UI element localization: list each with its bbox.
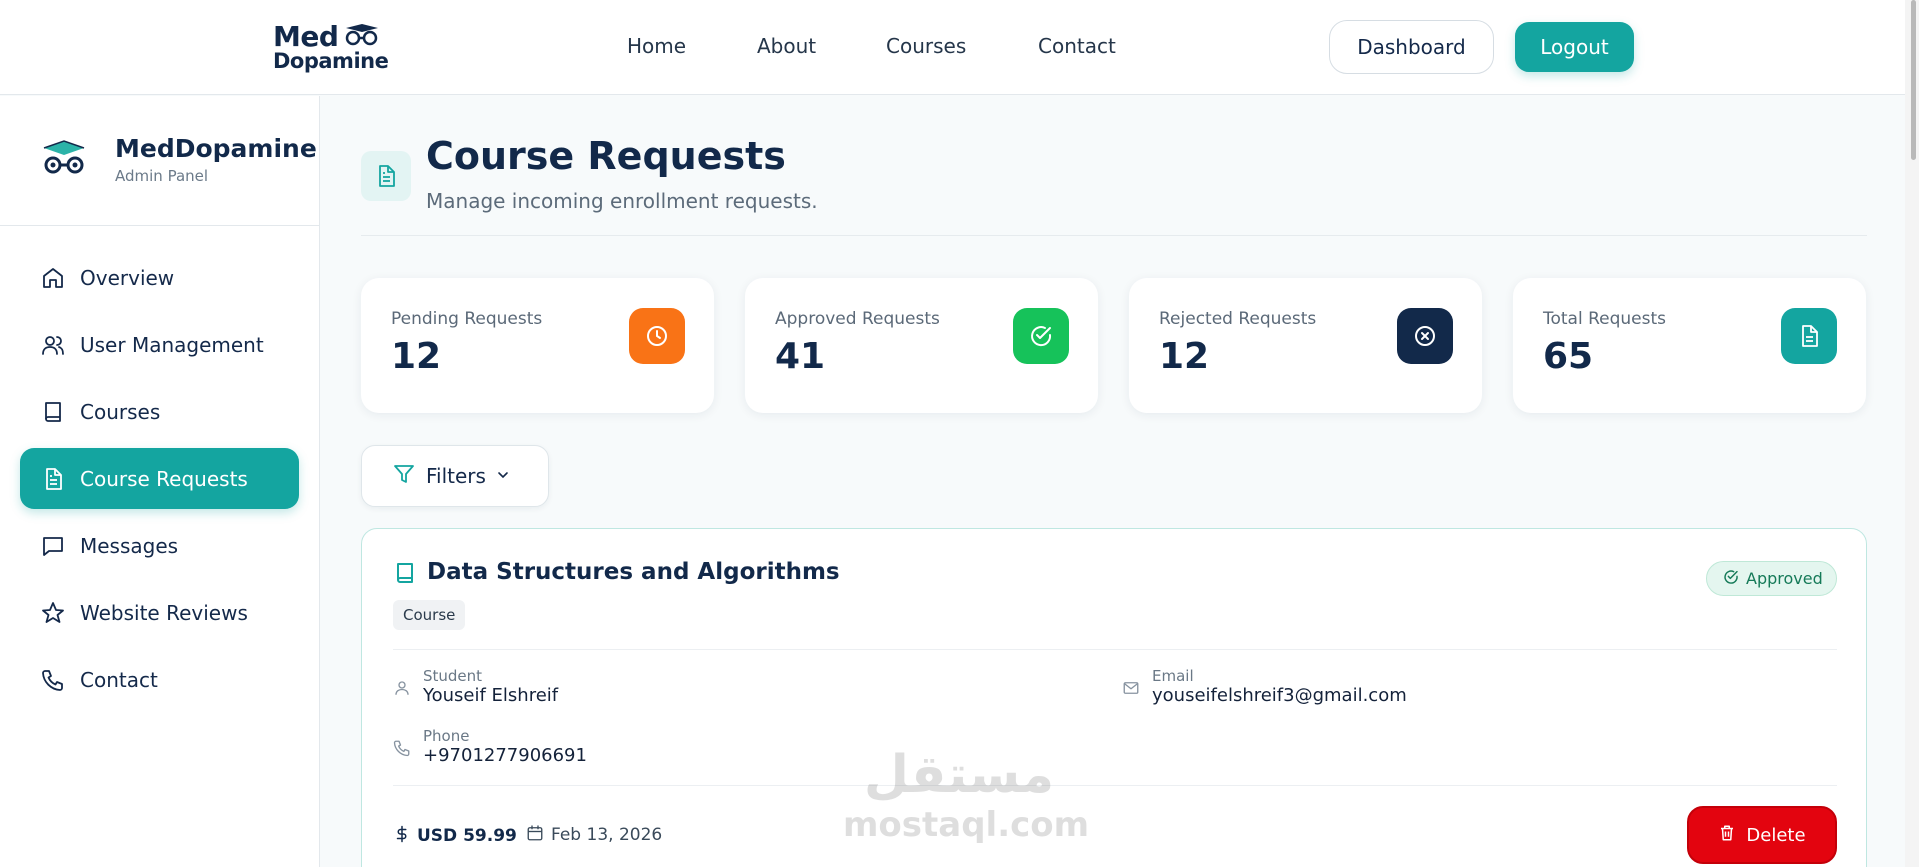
- stat-label: Approved Requests: [775, 309, 940, 329]
- dollar-icon: [393, 824, 411, 848]
- filters-label: Filters: [426, 464, 486, 488]
- price-value: USD 59.99: [417, 826, 517, 846]
- admin-sidebar: MedDopamine Admin Panel Overview User Ma…: [0, 96, 320, 867]
- stat-card-rejected: Rejected Requests 12: [1129, 278, 1482, 413]
- sidebar-item-label: Contact: [80, 667, 158, 692]
- sidebar-item-overview[interactable]: Overview: [20, 247, 299, 308]
- sidebar-brand: MedDopamine: [115, 134, 317, 163]
- nav-courses-link[interactable]: Courses: [886, 34, 966, 58]
- book-icon: [40, 399, 66, 425]
- logout-button[interactable]: Logout: [1515, 22, 1634, 72]
- sidebar-item-contact[interactable]: Contact: [20, 649, 299, 710]
- stat-card-approved: Approved Requests 41: [745, 278, 1098, 413]
- phone-label: Phone: [423, 727, 470, 745]
- users-icon: [40, 332, 66, 358]
- trash-icon: [1718, 824, 1736, 847]
- stat-value: 65: [1543, 336, 1594, 377]
- sidebar-item-courses[interactable]: Courses: [20, 381, 299, 442]
- user-icon: [393, 679, 411, 701]
- student-label: Student: [423, 667, 483, 685]
- email-label: Email: [1152, 667, 1194, 685]
- page-subtitle: Manage incoming enrollment requests.: [426, 189, 818, 213]
- student-name: Youseif Elshreif: [423, 685, 559, 706]
- logo-line2: Dopamine: [273, 49, 389, 73]
- status-label: Approved: [1746, 569, 1823, 588]
- date-value: Feb 13, 2026: [551, 825, 663, 845]
- top-navbar: Med Dopamine Home About Courses Contact …: [0, 0, 1905, 95]
- star-icon: [40, 600, 66, 626]
- delete-label: Delete: [1746, 824, 1806, 846]
- email-value: youseifelshreif3@gmail.com: [1152, 685, 1407, 706]
- sidebar-item-label: Website Reviews: [80, 600, 248, 625]
- sidebar-item-label: Overview: [80, 265, 175, 290]
- sidebar-item-messages[interactable]: Messages: [20, 515, 299, 576]
- scrollbar-thumb[interactable]: [1911, 0, 1916, 160]
- course-request-card: Data Structures and Algorithms Course Ap…: [361, 528, 1867, 867]
- site-logo[interactable]: Med Dopamine: [272, 20, 392, 75]
- stat-value: 12: [1159, 336, 1210, 377]
- book-icon: [393, 561, 417, 589]
- check-circle-icon: [1723, 569, 1739, 589]
- card-divider: [393, 785, 1837, 786]
- sidebar-subtitle: Admin Panel: [115, 167, 209, 185]
- filters-dropdown-button[interactable]: Filters: [361, 445, 549, 507]
- check-circle-icon: [1013, 308, 1069, 364]
- sidebar-item-label: Messages: [80, 533, 179, 558]
- page-document-icon: [361, 151, 411, 201]
- stat-card-total: Total Requests 65: [1513, 278, 1866, 413]
- status-badge: Approved: [1706, 561, 1837, 596]
- x-circle-icon: [1397, 308, 1453, 364]
- phone-icon: [393, 739, 411, 761]
- phone-icon: [40, 667, 66, 693]
- chevron-down-icon: [496, 467, 510, 486]
- stat-label: Pending Requests: [391, 309, 543, 329]
- calendar-icon: [526, 824, 544, 846]
- card-divider: [393, 649, 1837, 650]
- sidebar-item-course-requests[interactable]: Course Requests: [20, 448, 299, 509]
- stat-label: Total Requests: [1543, 309, 1667, 329]
- sidebar-item-website-reviews[interactable]: Website Reviews: [20, 582, 299, 643]
- mail-icon: [1122, 679, 1140, 701]
- nav-contact-link[interactable]: Contact: [1038, 34, 1116, 58]
- header-divider: [361, 235, 1867, 236]
- glasses-logo-icon: [43, 140, 85, 174]
- page-title: Course Requests: [426, 134, 786, 178]
- stat-card-pending: Pending Requests 12: [361, 278, 714, 413]
- nav-about-link[interactable]: About: [757, 34, 816, 58]
- date-info: Feb 13, 2026: [526, 824, 662, 846]
- stat-label: Rejected Requests: [1159, 309, 1317, 329]
- sidebar-item-label: User Management: [80, 332, 264, 357]
- sidebar-item-label: Courses: [80, 399, 161, 424]
- clock-icon: [629, 308, 685, 364]
- nav-home-link[interactable]: Home: [627, 34, 686, 58]
- sidebar-item-label: Course Requests: [80, 466, 248, 491]
- message-icon: [40, 533, 66, 559]
- glasses-logo-icon: [345, 24, 378, 46]
- filter-icon: [392, 462, 416, 490]
- document-icon: [1781, 308, 1837, 364]
- phone-value: +9701277906691: [423, 745, 587, 766]
- stat-value: 41: [775, 336, 826, 377]
- document-icon: [40, 466, 66, 492]
- dashboard-button[interactable]: Dashboard: [1329, 20, 1494, 74]
- stat-value: 12: [391, 336, 442, 377]
- home-icon: [40, 265, 66, 291]
- type-badge: Course: [393, 600, 466, 630]
- course-title: Data Structures and Algorithms: [427, 559, 840, 585]
- price-info: USD 59.99: [393, 824, 517, 848]
- sidebar-item-user-management[interactable]: User Management: [20, 314, 299, 375]
- delete-button[interactable]: Delete: [1687, 806, 1837, 864]
- sidebar-header: MedDopamine Admin Panel: [0, 96, 319, 226]
